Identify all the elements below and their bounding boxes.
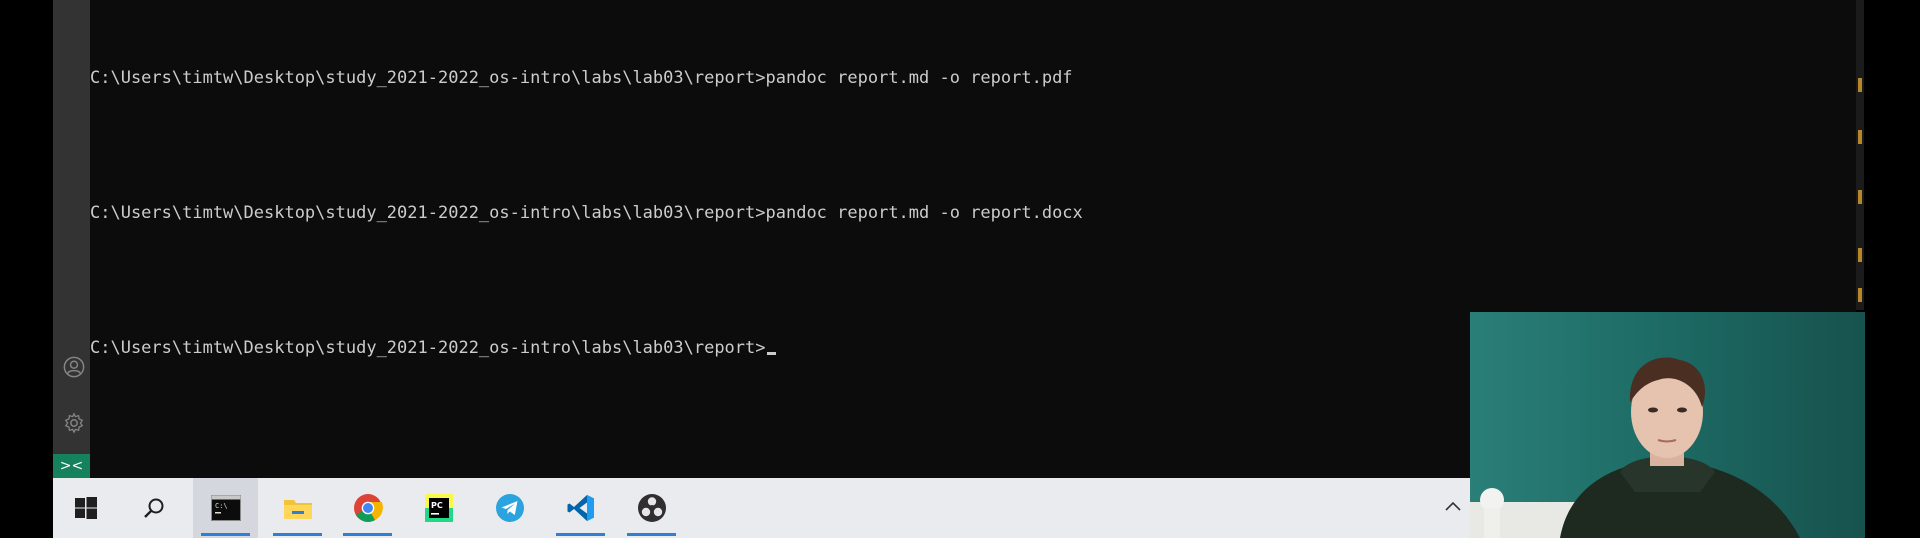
chevron-up-icon	[1445, 501, 1461, 511]
scrollbar-marker	[1858, 190, 1862, 204]
svg-text:C:\: C:\	[215, 502, 228, 510]
terminal-output: C:\Users\timtw\Desktop\study_2021-2022_o…	[90, 22, 1083, 405]
taskbar-vscode[interactable]	[548, 478, 613, 538]
taskbar-telegram[interactable]	[477, 478, 542, 538]
webcam-image	[1470, 312, 1865, 538]
taskbar-terminal[interactable]: C:\	[193, 478, 258, 538]
activity-bar	[53, 0, 90, 478]
taskbar-chrome[interactable]	[335, 478, 400, 538]
folder-icon	[283, 500, 312, 519]
obs-icon	[637, 494, 666, 522]
scrollbar[interactable]	[1856, 0, 1864, 310]
remote-icon: ><	[59, 458, 84, 474]
terminal-line: C:\Users\timtw\Desktop\study_2021-2022_o…	[90, 203, 1083, 223]
text-cursor	[766, 352, 776, 355]
remote-indicator-button[interactable]: ><	[53, 454, 90, 478]
open-indicator	[627, 533, 676, 536]
taskbar-obs[interactable]	[619, 478, 684, 538]
scrollbar-marker	[1858, 288, 1862, 302]
show-hidden-icons-button[interactable]	[1443, 498, 1463, 518]
start-button[interactable]	[53, 478, 118, 538]
telegram-icon	[495, 494, 524, 522]
terminal-line: C:\Users\timtw\Desktop\study_2021-2022_o…	[90, 68, 1073, 88]
open-indicator	[201, 533, 250, 536]
chrome-icon	[353, 494, 383, 522]
account-icon[interactable]	[63, 356, 85, 378]
pycharm-icon: PC	[424, 494, 453, 522]
scrollbar-marker	[1858, 78, 1862, 92]
windows-logo-icon	[74, 497, 97, 519]
open-indicator	[556, 533, 605, 536]
terminal-prompt: C:\Users\timtw\Desktop\study_2021-2022_o…	[90, 338, 766, 358]
webcam-overlay	[1470, 312, 1865, 538]
scrollbar-marker	[1858, 130, 1862, 144]
open-indicator	[343, 533, 392, 536]
taskbar-file-explorer[interactable]	[265, 478, 330, 538]
open-indicator	[273, 533, 322, 536]
scrollbar-marker	[1858, 248, 1862, 262]
taskbar-pycharm[interactable]: PC	[406, 478, 471, 538]
command-prompt-icon: C:\	[210, 495, 241, 521]
vscode-icon	[567, 495, 594, 521]
gear-icon[interactable]	[63, 412, 85, 434]
pycharm-label: PC	[431, 501, 443, 510]
terminal-prompt-line[interactable]: C:\Users\timtw\Desktop\study_2021-2022_o…	[90, 337, 1083, 360]
search-icon	[143, 498, 163, 518]
search-button[interactable]	[121, 478, 186, 538]
